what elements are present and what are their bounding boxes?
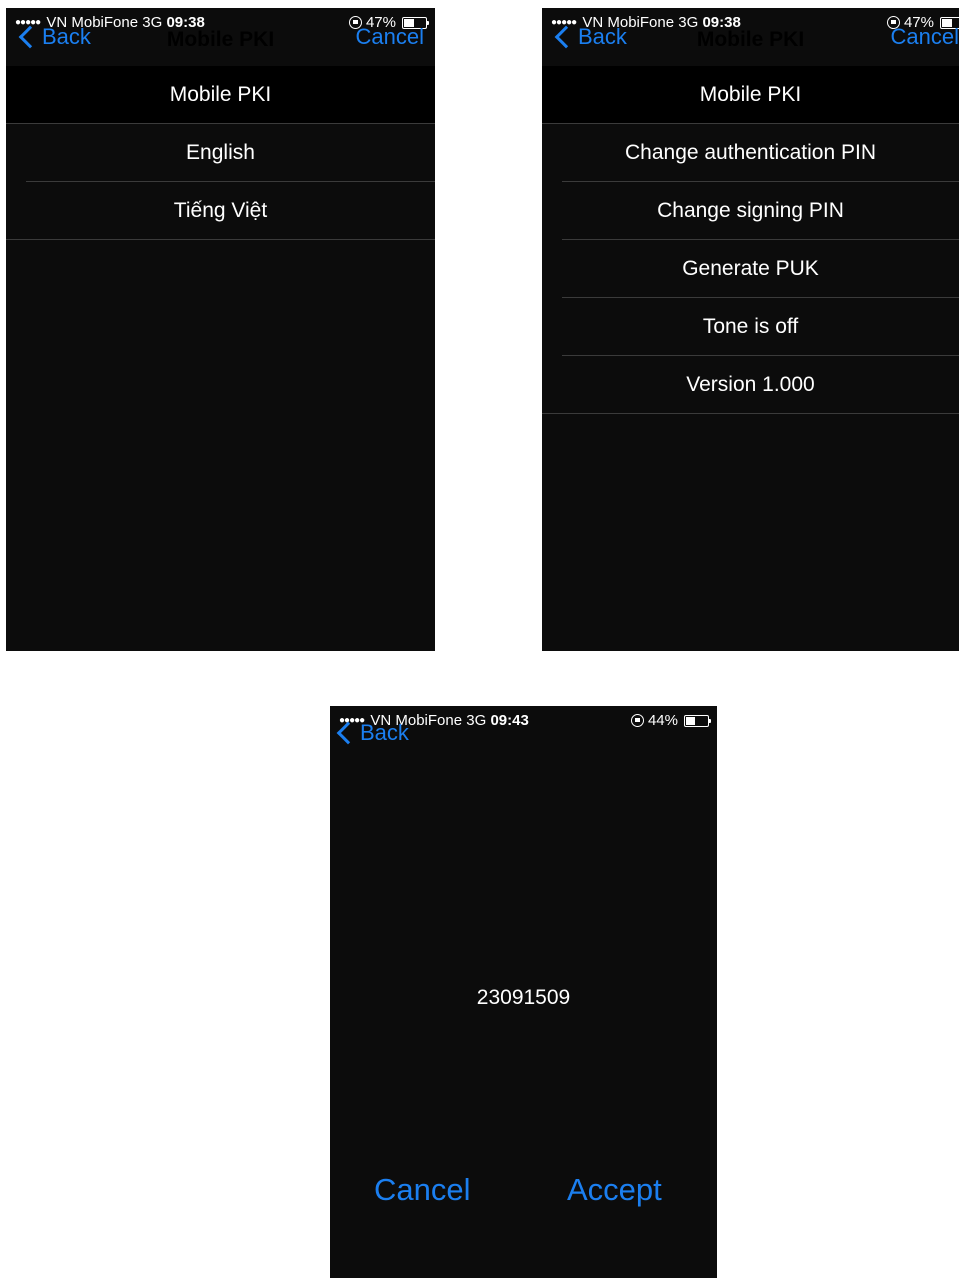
list-header-label: Mobile PKI	[169, 83, 272, 106]
list-item-label: Version 1.000	[686, 373, 815, 396]
language-list: Mobile PKI English Tiếng Việt	[6, 66, 435, 240]
cancel-button[interactable]: Cancel	[891, 24, 959, 50]
back-label: Back	[578, 24, 627, 49]
list-item-english[interactable]: English	[6, 124, 435, 182]
chevron-left-icon	[554, 25, 578, 49]
list-item-label: Tiếng Việt	[173, 199, 268, 222]
language-screen: ●●●●● VN MobiFone 3G 09:38 47% Mobile PK…	[6, 8, 435, 651]
list-item-label: Change authentication PIN	[624, 141, 876, 164]
list-item-label: Generate PUK	[682, 257, 819, 280]
list-item-generate-puk[interactable]: Generate PUK	[542, 240, 959, 298]
list-item-tone[interactable]: Tone is off	[542, 298, 959, 356]
action-bar: Cancel Accept	[330, 1172, 717, 1216]
back-button[interactable]: Back	[16, 24, 91, 50]
settings-screen: ●●●●● VN MobiFone 3G 09:38 47% Mobile PK…	[542, 8, 959, 651]
navigation-bar: Back	[330, 720, 717, 764]
settings-list: Mobile PKI Change authentication PIN Cha…	[542, 66, 959, 414]
navigation-bar: Mobile PKI Back Cancel	[542, 22, 959, 66]
list-item-version: Version 1.000	[542, 356, 959, 414]
back-button[interactable]: Back	[552, 24, 627, 50]
accept-button[interactable]: Accept	[567, 1172, 662, 1208]
list-item-vietnamese[interactable]: Tiếng Việt	[6, 182, 435, 240]
cancel-button[interactable]: Cancel	[356, 24, 424, 50]
back-button[interactable]: Back	[334, 720, 409, 746]
list-item-label: Tone is off	[702, 315, 799, 338]
list-item-label: English	[186, 141, 255, 164]
back-label: Back	[42, 24, 91, 49]
chevron-left-icon	[18, 25, 42, 49]
list-item-change-auth-pin[interactable]: Change authentication PIN	[542, 124, 959, 182]
list-header: Mobile PKI	[6, 66, 435, 124]
list-item-change-signing-pin[interactable]: Change signing PIN	[542, 182, 959, 240]
navigation-bar: Mobile PKI Back Cancel	[6, 22, 435, 66]
list-item-label: Change signing PIN	[657, 199, 844, 222]
puk-code: 23091509	[476, 986, 571, 1009]
chevron-left-icon	[336, 721, 360, 745]
cancel-button[interactable]: Cancel	[374, 1172, 471, 1208]
list-header: Mobile PKI	[542, 66, 959, 124]
list-header-label: Mobile PKI	[699, 83, 802, 106]
back-label: Back	[360, 720, 409, 745]
puk-screen: ●●●●● VN MobiFone 3G 09:43 44% Back 2309…	[330, 706, 717, 1278]
